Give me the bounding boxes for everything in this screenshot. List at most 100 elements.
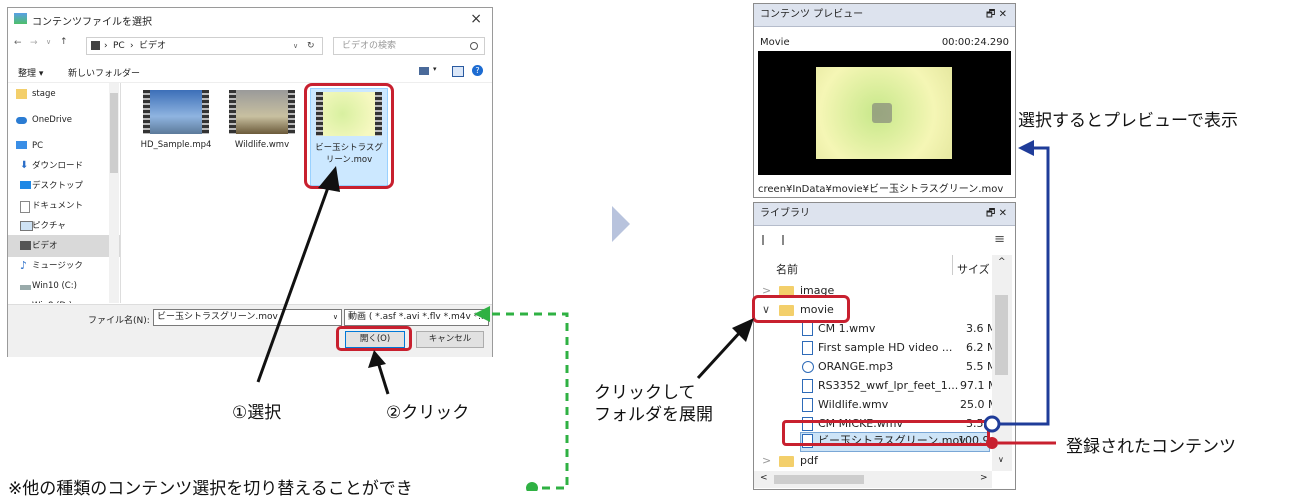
- path-sep-2: ›: [130, 41, 134, 51]
- video-file-icon: [802, 398, 813, 412]
- preview-header: コンテンツ プレビュー 🗗 ✕: [754, 4, 1015, 27]
- video-file-icon: [802, 341, 813, 355]
- horizontal-scrollbar[interactable]: < >: [754, 471, 992, 488]
- folder-icon: [16, 89, 27, 99]
- search-placeholder: ビデオの検索: [342, 41, 397, 51]
- up-icon[interactable]: ↑: [60, 37, 68, 47]
- filter-value: 動画 ( *.asf *.avi *.flv *.m4v *.mo: [348, 312, 489, 322]
- dialog-title: コンテンツファイルを選択: [32, 17, 152, 28]
- address-bar[interactable]: › PC › ビデオ ∨ ↻: [86, 37, 323, 55]
- computer-icon: [16, 141, 27, 149]
- scrollbar-thumb[interactable]: [774, 475, 864, 484]
- scrollbar-thumb[interactable]: [110, 93, 118, 173]
- close-icon[interactable]: ×: [470, 11, 482, 27]
- file-item-hd-sample[interactable]: HD_Sample.mp4: [138, 90, 214, 150]
- sidebar-item-pc[interactable]: PC: [8, 135, 120, 157]
- path-video[interactable]: ビデオ: [139, 38, 166, 54]
- download-icon: ⬇: [20, 160, 29, 171]
- desktop-icon: [20, 181, 31, 189]
- item-name: Wildlife.wmv: [818, 398, 889, 411]
- red-connector: [986, 437, 1056, 449]
- organize-button[interactable]: 整理 ▾: [18, 66, 43, 79]
- item-name: RS3352_wwf_lpr_feet_1...: [818, 379, 959, 392]
- item-name: pdf: [800, 454, 818, 467]
- sidebar-item-onedrive[interactable]: OneDrive: [8, 109, 120, 131]
- forward-icon[interactable]: →: [30, 38, 38, 48]
- navigation-scrollbar[interactable]: [109, 83, 119, 303]
- callout-expand: クリックして フォルダを展開: [594, 383, 713, 425]
- recent-dropdown-icon[interactable]: ∨: [46, 38, 51, 46]
- preview-pane-icon[interactable]: [452, 66, 464, 77]
- video-thumbnail: [143, 90, 209, 134]
- callout-registered: 登録されたコンテンツ: [1066, 437, 1236, 457]
- file-name: Wildlife.wmv: [234, 140, 290, 150]
- click-arrow: [368, 350, 390, 395]
- expand-icon[interactable]: >: [762, 451, 771, 471]
- content-preview-panel: コンテンツ プレビュー 🗗 ✕ Movie 00:00:24.290 creen…: [753, 3, 1016, 198]
- drive-icon: [20, 285, 31, 290]
- list-item-wildlife[interactable]: Wildlife.wmv 25.0 M: [754, 395, 997, 415]
- view-dropdown-icon[interactable]: ▾: [433, 65, 437, 73]
- select-arrow: [256, 166, 340, 383]
- back-icon[interactable]: ←: [14, 38, 22, 48]
- video-icon: [20, 241, 31, 250]
- path-pc[interactable]: PC: [113, 38, 125, 54]
- new-folder-button[interactable]: 新しいフォルダー: [68, 66, 140, 79]
- column-name[interactable]: 名前: [776, 261, 798, 277]
- sidebar-item-music[interactable]: ♪ ミュージック: [8, 255, 120, 277]
- path-sep: ›: [104, 41, 108, 51]
- callout-click: ②クリック: [386, 403, 470, 423]
- library-panel: ライブラリ 🗗 ✕ ≡ 名前 サイズ > image ∨ movie CM 1.…: [753, 202, 1016, 490]
- music-icon: ♪: [20, 259, 28, 272]
- dialog-titlebar: コンテンツファイルを選択 ×: [8, 8, 492, 30]
- sidebar-item-drive-d[interactable]: Win8 (D:): [8, 295, 120, 303]
- item-name: ORANGE.mp3: [818, 360, 894, 373]
- app-icon: [14, 13, 27, 24]
- library-header: ライブラリ 🗗 ✕: [754, 203, 1015, 226]
- navigation-bar: ← → ∨ ↑ › PC › ビデオ ∨ ↻ ビデオの検索: [8, 32, 492, 56]
- view-options-icon[interactable]: [419, 67, 429, 75]
- search-input[interactable]: ビデオの検索: [333, 37, 485, 55]
- sidebar-item-videos[interactable]: ビデオ: [8, 235, 120, 257]
- expand-folder-arrow: [696, 318, 754, 380]
- list-item-rs3352[interactable]: RS3352_wwf_lpr_feet_1... 97.1 M: [754, 376, 997, 396]
- cloud-icon: [16, 117, 27, 124]
- highlight-registered-item: [782, 420, 990, 446]
- scroll-left-icon[interactable]: <: [760, 473, 768, 483]
- search-icon: [470, 42, 478, 50]
- list-item-orange[interactable]: ORANGE.mp3 5.5 M: [754, 357, 996, 377]
- video-folder-icon: [91, 41, 100, 50]
- path-dropdown-icon[interactable]: ∨: [293, 38, 298, 54]
- scroll-right-icon[interactable]: >: [980, 473, 988, 483]
- help-icon[interactable]: ?: [472, 65, 483, 76]
- pin-close-icon[interactable]: 🗗 ✕: [986, 4, 1007, 26]
- video-preview[interactable]: [758, 51, 1011, 175]
- refresh-icon[interactable]: ↻: [307, 38, 315, 54]
- preview-label: Movie: [760, 37, 790, 48]
- flow-arrow-icon: [612, 206, 630, 242]
- dialog-toolbar: 整理 ▾ 新しいフォルダー ▾ ?: [8, 60, 492, 83]
- file-name: HD_Sample.mp4: [140, 140, 212, 150]
- sidebar-item-desktop[interactable]: デスクトップ: [8, 175, 120, 197]
- sidebar-item-drive-c[interactable]: Win10 (C:): [8, 275, 120, 297]
- sidebar-item-pictures[interactable]: ピクチャ: [8, 215, 120, 237]
- sidebar-item-stage[interactable]: stage: [8, 83, 120, 105]
- sidebar-item-documents[interactable]: ドキュメント: [8, 195, 120, 217]
- play-icon[interactable]: [872, 103, 892, 123]
- file-item-wildlife[interactable]: Wildlife.wmv: [224, 90, 300, 150]
- callout-note: ※他の種類のコンテンツ選択を切り替えることができ: [8, 479, 413, 499]
- filename-label: ファイル名(N):: [88, 316, 150, 326]
- sidebar-item-downloads[interactable]: ⬇ ダウンロード: [8, 155, 120, 177]
- list-item-first-sample[interactable]: First sample HD video ... 6.2 M: [754, 338, 996, 358]
- list-view-icon[interactable]: [762, 235, 773, 245]
- preview-time: 00:00:24.290: [941, 37, 1009, 48]
- video-file-icon: [802, 379, 813, 393]
- file-type-filter[interactable]: 動画 ( *.asf *.avi *.flv *.m4v *.mo: [344, 309, 489, 326]
- callout-select: ①選択: [232, 403, 282, 423]
- item-name: First sample HD video ...: [818, 341, 953, 354]
- library-title: ライブラリ: [760, 208, 810, 219]
- highlight-movie-folder: [752, 295, 850, 323]
- detail-view-icon[interactable]: [782, 235, 793, 245]
- document-icon: [20, 201, 30, 213]
- column-divider: [952, 255, 953, 275]
